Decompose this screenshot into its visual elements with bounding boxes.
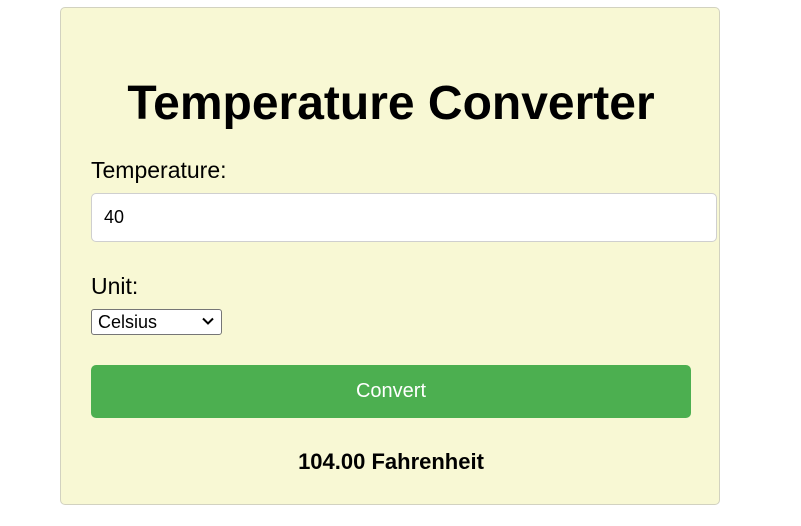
page-title: Temperature Converter — [127, 77, 655, 130]
convert-button[interactable]: Convert — [91, 365, 691, 418]
temperature-label: Temperature: — [91, 157, 227, 183]
chevron-down-icon — [202, 317, 214, 325]
converter-card: Temperature Converter Temperature: Unit:… — [60, 7, 720, 505]
temperature-input[interactable] — [91, 193, 717, 242]
unit-select[interactable]: Celsius — [91, 309, 222, 335]
unit-select-value: Celsius — [98, 312, 158, 332]
unit-label: Unit: — [91, 273, 139, 299]
result-text: 104.00 Fahrenheit — [298, 449, 484, 474]
